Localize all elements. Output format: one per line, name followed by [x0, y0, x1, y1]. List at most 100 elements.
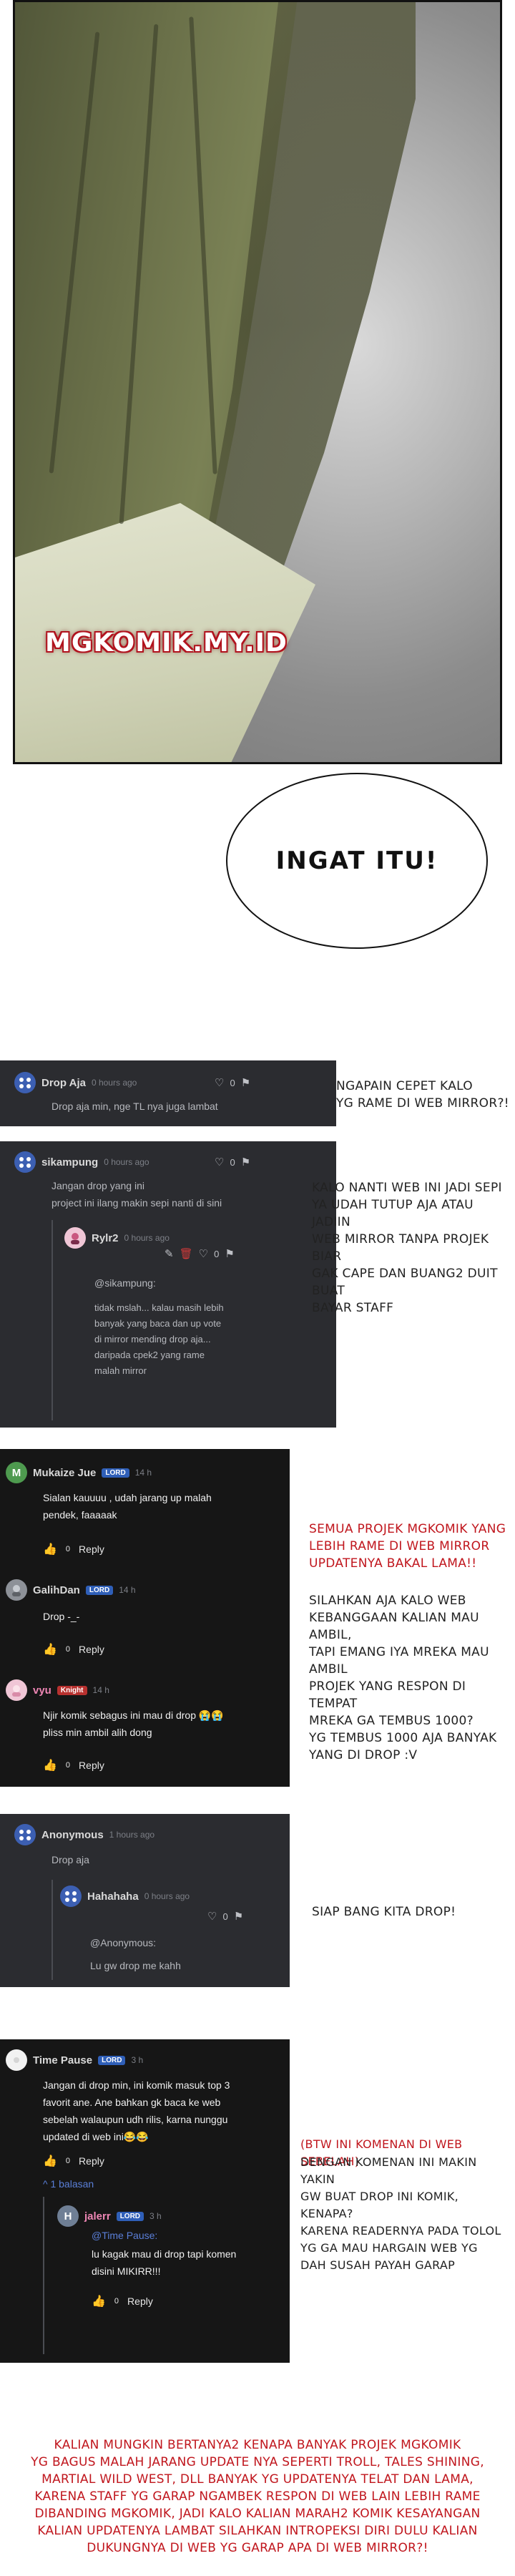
like-count: 0	[65, 2157, 71, 2165]
comment-username[interactable]: Drop Aja	[41, 1077, 86, 1089]
thumbs-up-icon[interactable]: 👍	[92, 2294, 106, 2308]
reply-button[interactable]: Reply	[79, 1543, 104, 1555]
dots-avatar-icon	[65, 1891, 77, 1902]
like-count: 0	[222, 1911, 228, 1922]
reply-thread-line	[52, 1880, 53, 1980]
reply-time: 3 h	[149, 2211, 162, 2221]
rank-badge: Knight	[57, 1685, 87, 1695]
blank-avatar-icon	[14, 2057, 19, 2063]
comment-header: M Mukaize Jue LORD 14 h	[6, 1462, 152, 1483]
comment-header: Drop Aja 0 hours ago	[14, 1072, 137, 1093]
delete-icon[interactable]: 🗑	[180, 1247, 193, 1260]
heart-icon[interactable]: ♡	[199, 1247, 208, 1260]
comment-header: Anonymous 1 hours ago	[14, 1824, 154, 1845]
reply-button[interactable]: Reply	[127, 2296, 153, 2307]
avatar: H	[57, 2205, 79, 2227]
flag-icon[interactable]: ⚑	[241, 1156, 250, 1169]
manga-panel: MGKOMIK.MY.ID	[13, 0, 502, 764]
speech-bubble: INGAT ITU!	[226, 773, 488, 949]
comment-time: 14 h	[134, 1468, 152, 1478]
avatar	[6, 2049, 27, 2071]
comment-card-5: Time Pause LORD 3 h Jangan di drop min, …	[0, 2039, 290, 2363]
reply-button[interactable]: Reply	[79, 2155, 104, 2167]
bubble-text: INGAT ITU!	[275, 847, 438, 875]
heart-icon[interactable]: ♡	[215, 1156, 224, 1169]
comment-username[interactable]: sikampung	[41, 1156, 98, 1169]
reply-text: tidak mslah... kalau masih lebih banyak y…	[94, 1302, 224, 1376]
comment-text: Drop aja	[52, 1854, 89, 1865]
character-avatar-icon	[12, 1585, 21, 1596]
avatar	[60, 1885, 82, 1907]
comment-text: Drop aja min, nge TL nya juga lambat	[52, 1101, 218, 1112]
thumbs-up-icon[interactable]: 👍	[43, 2154, 57, 2168]
avatar	[14, 1151, 36, 1173]
reply-username[interactable]: Rylr2	[92, 1232, 119, 1244]
comment-reactions: ♡ 0 ⚑	[215, 1076, 250, 1089]
like-count: 0	[65, 1545, 71, 1553]
replies-toggle[interactable]: ^ 1 balasan	[43, 2175, 94, 2192]
editor-note-5: DENGAN KOMENAN INI MAKIN YAKIN GW BUAT DR…	[300, 2155, 501, 2272]
editor-note-1: NGAPAIN CEPET KALO YG RAME DI WEB MIRROR?…	[336, 1079, 509, 1111]
rank-badge: LORD	[98, 2055, 126, 2065]
comment-text: Sialan kauuuu , udah jarang up malah pend…	[43, 1492, 212, 1521]
comment-time: 1 hours ago	[109, 1830, 155, 1840]
reply-actions: 👍 0 Reply	[92, 2294, 153, 2308]
reply-reactions: ♡ 0 ⚑	[207, 1910, 243, 1923]
comment-actions: 👍 0 Reply	[43, 1758, 104, 1772]
dots-avatar-icon	[19, 1830, 31, 1840]
like-count: 0	[114, 2297, 119, 2306]
comment-actions: 👍 0 Reply	[43, 2154, 104, 2168]
reply-reactions: ✎ 🗑 ♡ 0 ⚑	[165, 1247, 235, 1260]
reply-header: Rylr2 0 hours ago	[64, 1227, 170, 1249]
rank-badge: LORD	[85, 1585, 114, 1595]
comment-actions: 👍 0 Reply	[43, 1542, 104, 1556]
rank-badge: LORD	[102, 1468, 129, 1478]
dots-avatar-icon	[19, 1078, 31, 1088]
heart-icon[interactable]: ♡	[207, 1910, 217, 1923]
like-count: 0	[65, 1761, 71, 1770]
flag-icon[interactable]: ⚑	[241, 1076, 250, 1089]
comment-username[interactable]: Anonymous	[41, 1829, 104, 1841]
comment-username[interactable]: GalihDan	[33, 1584, 80, 1596]
reply-button[interactable]: Reply	[79, 1760, 104, 1771]
thumbs-up-icon[interactable]: 👍	[43, 1758, 57, 1772]
reply-username[interactable]: jalerr	[84, 2210, 111, 2223]
like-count: 0	[230, 1156, 235, 1168]
like-count: 0	[214, 1248, 220, 1259]
reply-button[interactable]: Reply	[79, 1644, 104, 1655]
comment-username[interactable]: vyu	[33, 1684, 52, 1697]
avatar: M	[6, 1462, 27, 1483]
avatar	[14, 1072, 36, 1093]
editor-note-2: KALO NANTI WEB INI JADI SEPI YA UDAH TUTU…	[312, 1181, 502, 1315]
comment-actions: 👍 0 Reply	[43, 1642, 104, 1657]
flag-icon[interactable]: ⚑	[225, 1247, 234, 1260]
reply-mention: @Time Pause:	[92, 2230, 158, 2241]
comment-time: 0 hours ago	[104, 1157, 149, 1167]
like-count: 0	[65, 1645, 71, 1654]
comment-text: Jangan drop yang ini project ini ilang ma…	[52, 1180, 222, 1209]
comment-card-4: Anonymous 1 hours ago Drop aja Hahahaha …	[0, 1814, 290, 1987]
comment-time: 14 h	[119, 1585, 136, 1595]
comment-username[interactable]: Mukaize Jue	[33, 1467, 96, 1479]
reply-username[interactable]: Hahahaha	[87, 1890, 139, 1903]
comment-header: GalihDan LORD 14 h	[6, 1579, 136, 1601]
comment-card-2: sikampung 0 hours ago ♡ 0 ⚑ Jangan drop …	[0, 1141, 336, 1428]
thumbs-up-icon[interactable]: 👍	[43, 1542, 57, 1556]
comment-card-3: M Mukaize Jue LORD 14 h Sialan kauuuu , …	[0, 1449, 290, 1787]
edit-icon[interactable]: ✎	[165, 1247, 174, 1260]
flag-icon[interactable]: ⚑	[234, 1910, 243, 1923]
editor-note-3-highlight: SEMUA PROJEK MGKOMIK YANG LEBIH RAME DI W…	[309, 1522, 506, 1571]
reply-header: H jalerr LORD 3 h	[57, 2205, 162, 2227]
character-avatar-icon	[12, 1685, 21, 1697]
reply-text: lu kagak mau di drop tapi komen disini MI…	[92, 2248, 237, 2277]
comment-time: 14 h	[92, 1685, 109, 1695]
dots-avatar-icon	[19, 1157, 31, 1168]
heart-icon[interactable]: ♡	[215, 1076, 224, 1089]
reply-time: 0 hours ago	[124, 1233, 170, 1243]
thumbs-up-icon[interactable]: 👍	[43, 1642, 57, 1657]
comment-text: Jangan di drop min, ini komik masuk top …	[43, 2079, 230, 2142]
comment-username[interactable]: Time Pause	[33, 2054, 92, 2067]
reply-mention: @Anonymous:	[90, 1937, 157, 1948]
avatar	[14, 1824, 36, 1845]
reply-text: Lu gw drop me kahh	[90, 1960, 181, 1971]
